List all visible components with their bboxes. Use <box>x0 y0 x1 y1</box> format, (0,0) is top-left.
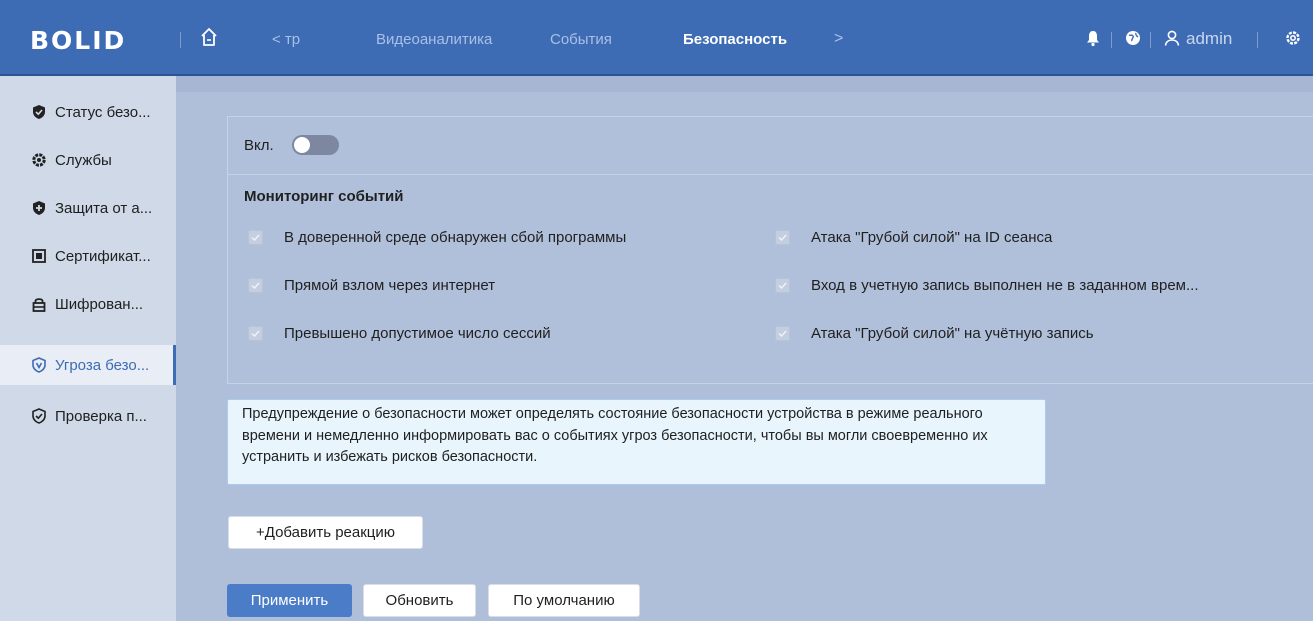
section-title: Мониторинг событий <box>244 188 404 205</box>
nav-item-events[interactable]: События <box>550 31 612 49</box>
shield-check-icon <box>33 105 45 119</box>
event-label: Вход в учетную запись выполнен не в зада… <box>811 277 1199 294</box>
sidebar-item-security-status[interactable]: Статус безо... <box>0 92 176 132</box>
sidebar-item-label: Защита от а... <box>55 199 153 217</box>
enable-toggle[interactable] <box>292 135 339 155</box>
divider <box>1257 32 1258 48</box>
certificate-icon <box>32 249 46 263</box>
apply-button[interactable]: Применить <box>227 584 352 617</box>
event-label: В доверенной среде обнаружен сбой програ… <box>284 229 627 246</box>
sidebar: Статус безо... Службы Защита от а... Сер… <box>0 76 176 621</box>
event-checkbox-account-bruteforce[interactable]: Атака "Грубой силой" на учётную запись <box>775 325 1094 342</box>
nav-scroll-left[interactable]: < тр <box>272 31 300 49</box>
divider <box>180 32 181 48</box>
checkbox[interactable] <box>248 326 263 341</box>
divider <box>1111 32 1112 48</box>
sidebar-item-label: Угроза безо... <box>55 356 150 374</box>
event-checkbox-session-bruteforce[interactable]: Атака "Грубой силой" на ID сеанса <box>775 229 1052 246</box>
top-navigation-bar: BOLID < тр Видеоаналитика События Безопа… <box>0 0 1313 76</box>
sidebar-item-check[interactable]: Проверка п... <box>0 396 176 436</box>
check-icon <box>778 234 787 242</box>
check-icon <box>778 330 787 338</box>
threat-settings-panel: Вкл. Мониторинг событий В доверенной сре… <box>227 116 1313 384</box>
main-top-band <box>176 76 1313 92</box>
enable-label: Вкл. <box>244 137 274 154</box>
globe-icon[interactable] <box>1124 29 1142 47</box>
sidebar-item-label: Шифрован... <box>55 295 144 313</box>
divider <box>1150 32 1151 48</box>
event-label: Атака "Грубой силой" на учётную запись <box>811 325 1094 342</box>
event-checkbox-internet-intrusion[interactable]: Прямой взлом через интернет <box>248 277 495 294</box>
nav-scroll-right[interactable]: > <box>834 30 843 48</box>
checkbox[interactable] <box>775 278 790 293</box>
sidebar-item-security-threat[interactable]: Угроза безо... <box>0 345 176 385</box>
sidebar-item-encryption[interactable]: Шифрован... <box>0 284 176 324</box>
sidebar-item-label: Статус безо... <box>55 103 151 121</box>
info-notice: Предупреждение о безопасности может опре… <box>227 399 1046 485</box>
username-label[interactable]: admin <box>1186 29 1232 49</box>
sidebar-item-services[interactable]: Службы <box>0 140 176 180</box>
check-icon <box>778 282 787 290</box>
sidebar-item-certificates[interactable]: Сертификат... <box>0 236 176 276</box>
event-label: Превышено допустимое число сессий <box>284 325 551 342</box>
bolid-logo: BOLID <box>30 26 127 55</box>
refresh-button[interactable]: Обновить <box>363 584 476 617</box>
enable-row: Вкл. <box>228 117 1313 175</box>
check-icon <box>251 282 260 290</box>
checkbox[interactable] <box>248 230 263 245</box>
home-icon[interactable] <box>200 27 218 47</box>
checkbox[interactable] <box>775 326 790 341</box>
event-checkbox-program-failure[interactable]: В доверенной среде обнаружен сбой програ… <box>248 229 626 246</box>
check-icon <box>251 330 260 338</box>
toggle-knob <box>294 137 310 153</box>
event-checkbox-session-limit[interactable]: Превышено допустимое число сессий <box>248 325 551 342</box>
settings-gear-icon[interactable] <box>1284 29 1302 47</box>
event-label: Прямой взлом через интернет <box>284 277 496 294</box>
checkbox[interactable] <box>248 278 263 293</box>
lock-icon <box>32 298 46 312</box>
shield-plus-icon <box>33 201 45 215</box>
sidebar-item-attack-protection[interactable]: Защита от а... <box>0 188 176 228</box>
sidebar-item-label: Службы <box>55 151 112 169</box>
nav-item-videoanalytics[interactable]: Видеоаналитика <box>376 31 492 49</box>
check-icon <box>251 234 260 242</box>
default-button[interactable]: По умолчанию <box>488 584 640 617</box>
shield-alert-icon <box>32 357 46 373</box>
checkbox[interactable] <box>775 230 790 245</box>
bell-icon[interactable] <box>1084 29 1102 47</box>
shield-check-outline-icon <box>32 408 46 424</box>
add-reaction-button[interactable]: +Добавить реакцию <box>228 516 423 549</box>
user-icon[interactable] <box>1163 29 1181 47</box>
gear-icon <box>32 153 46 167</box>
nav-item-security[interactable]: Безопасность <box>683 31 787 49</box>
event-checkbox-login-time[interactable]: Вход в учетную запись выполнен не в зада… <box>775 277 1199 294</box>
sidebar-item-label: Сертификат... <box>55 247 151 265</box>
sidebar-item-label: Проверка п... <box>55 407 147 425</box>
event-label: Атака "Грубой силой" на ID сеанса <box>811 229 1053 246</box>
